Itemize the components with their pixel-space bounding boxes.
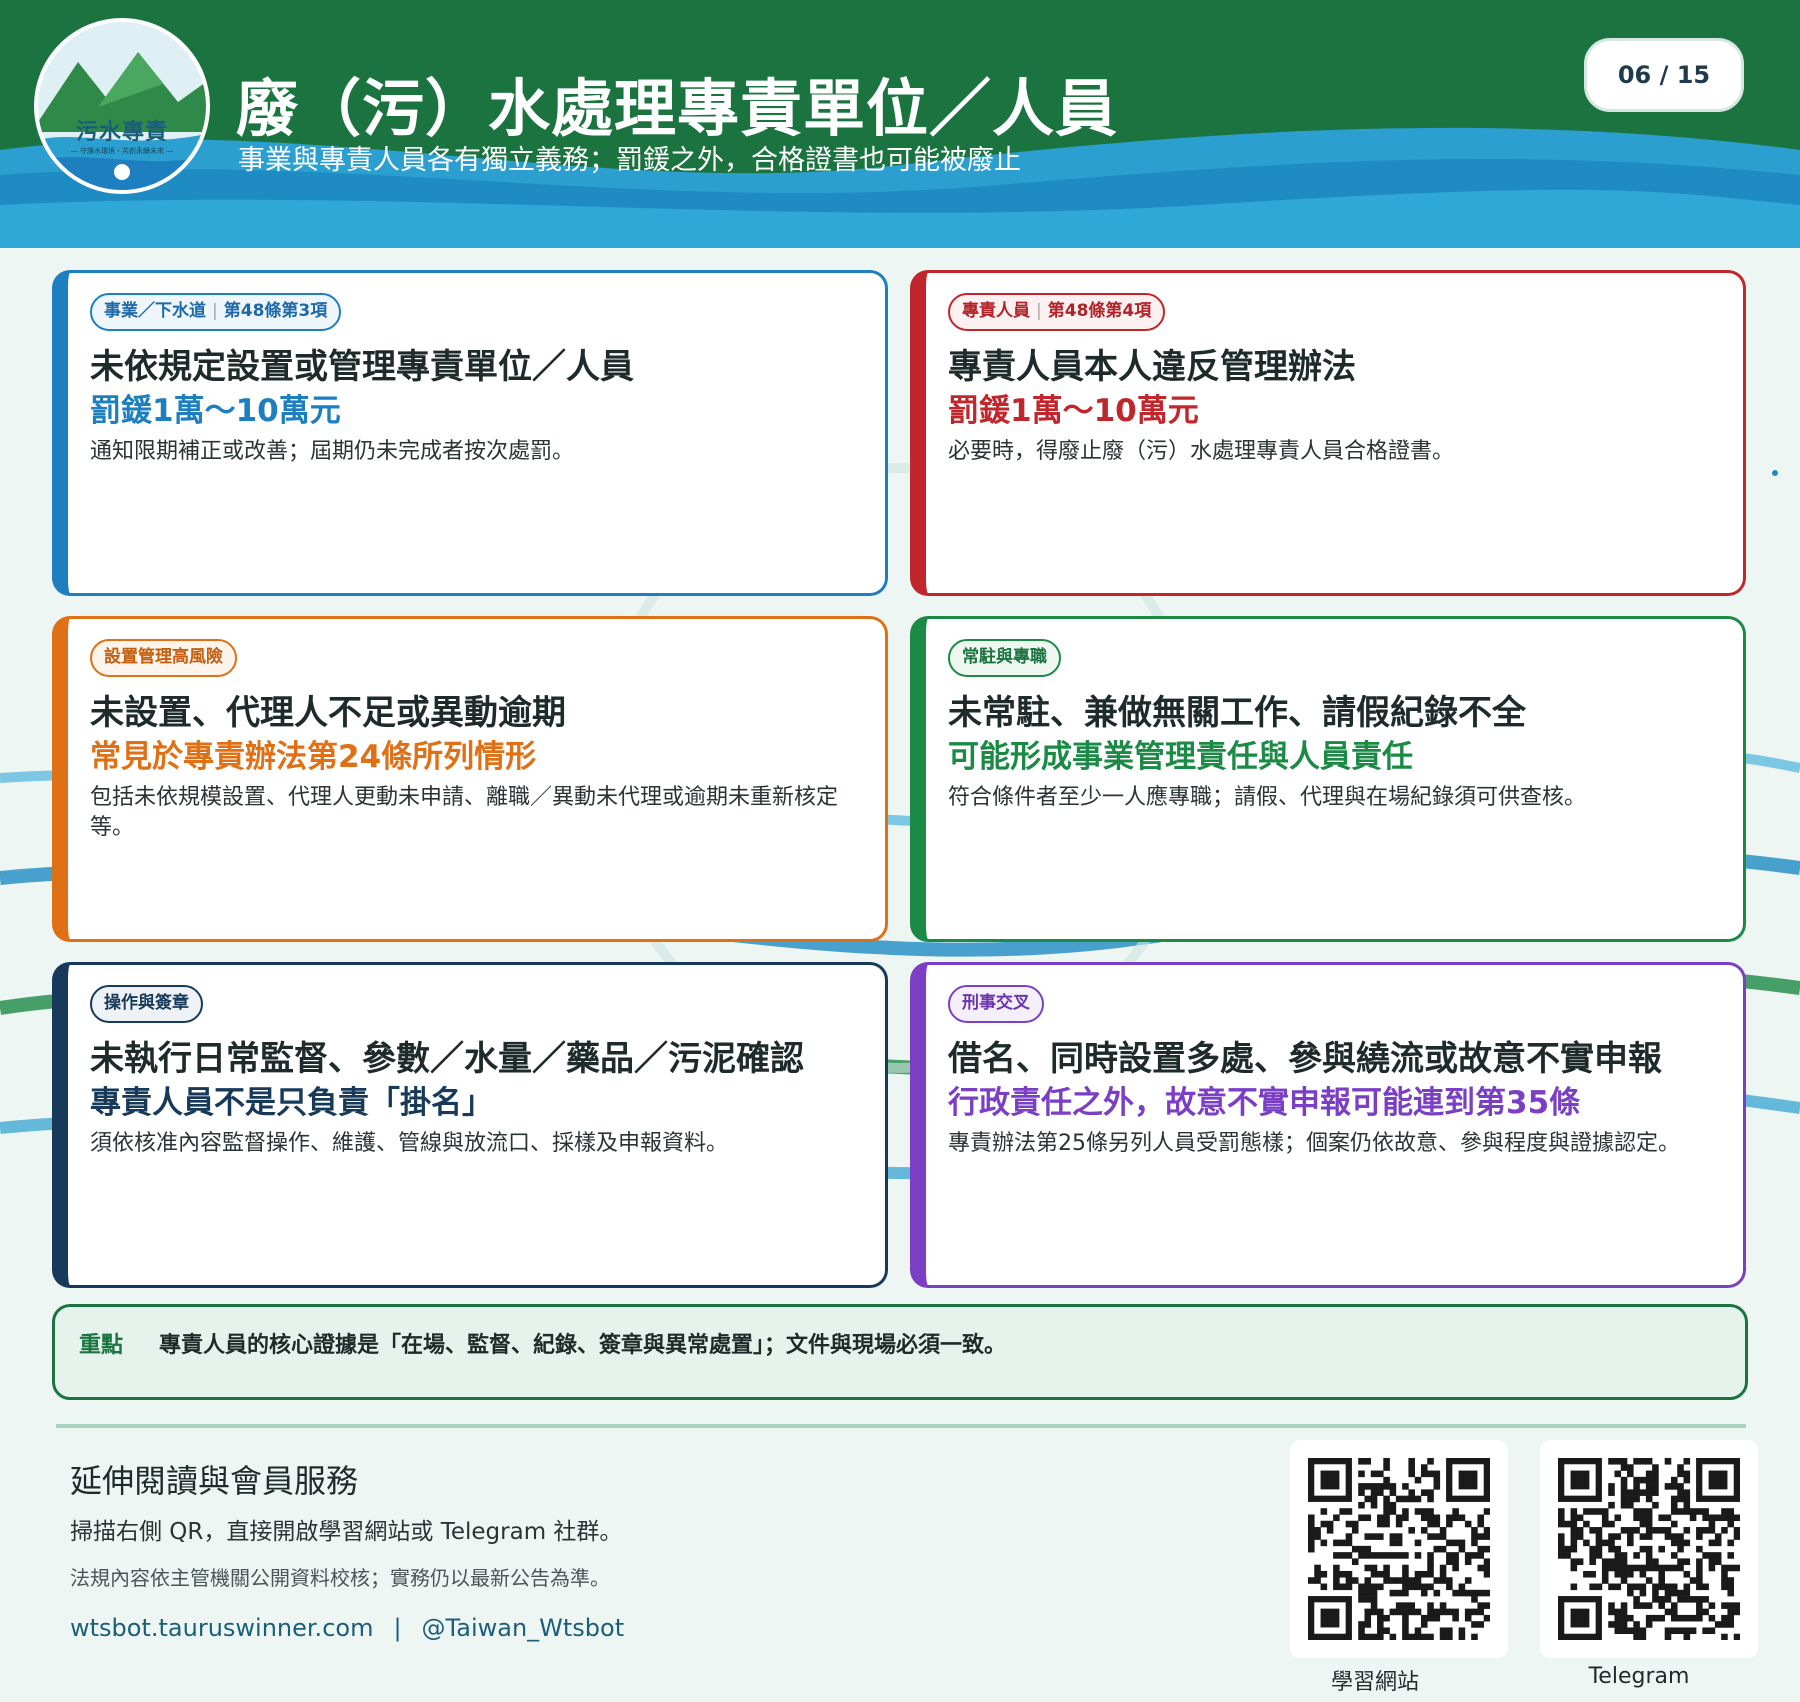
qr-code-icon xyxy=(1308,1458,1490,1640)
card-penalty-highlight: 可能形成事業管理責任與人員責任 xyxy=(948,739,1413,775)
penalty-card-business-sewer: 事業／下水道 | 第48條第3項 未依規定設置或管理專責單位／人員 罰鍰1萬～10萬… xyxy=(52,270,888,596)
card-penalty-highlight: 專責人員不是只負責「掛名」 xyxy=(90,1085,493,1121)
penalty-card-criminal-cross: 刑事交叉 借名、同時設置多處、參與繞流或故意不實申報 行政責任之外，故意不實申報… xyxy=(910,962,1746,1288)
penalty-card-responsible-person: 專責人員 | 第48條第4項 專責人員本人違反管理辦法 罰鍰1萬～10萬元 必要時，… xyxy=(910,270,1746,596)
badge-article: 第48條第4項 xyxy=(1047,301,1152,321)
badge-category: 設置管理高風險 xyxy=(104,647,223,667)
badge-article: 第48條第3項 xyxy=(223,301,328,321)
logo-subtext: — 守護水環境・共創永續未來 — xyxy=(70,147,174,155)
key-point-box: 重點 專責人員的核心證據是「在場、監督、紀錄、簽章與異常處置」；文件與現場必須一… xyxy=(52,1304,1748,1400)
footer-links: wtsbot.tauruswinner.com | @Taiwan_Wtsbot xyxy=(70,1614,624,1642)
card-description: 專責辦法第25條另列人員受罰態樣；個案仍依故意、參與程度與證據認定。 xyxy=(948,1131,1680,1156)
card-badge: 事業／下水道 | 第48條第3項 xyxy=(90,293,342,331)
qr-caption-website: 學習網站 xyxy=(1330,1670,1419,1695)
qr-code-icon xyxy=(1558,1458,1740,1640)
header-banner: 污水專責 — 守護水環境・共創永續未來 — 廢（污）水處理專責單位／人員 事業與… xyxy=(0,0,1800,248)
badge-category: 專責人員 xyxy=(962,301,1030,321)
badge-category: 事業／下水道 xyxy=(104,301,206,321)
badge-category: 操作與簽章 xyxy=(104,993,189,1013)
card-penalty-highlight: 罰鍰1萬～10萬元 xyxy=(90,393,341,429)
website-link[interactable]: wtsbot.tauruswinner.com xyxy=(70,1614,373,1642)
card-title: 專責人員本人違反管理辦法 xyxy=(948,347,1356,387)
telegram-link[interactable]: @Taiwan_Wtsbot xyxy=(422,1614,625,1642)
qr-code-website[interactable] xyxy=(1290,1440,1508,1658)
logo-emblem-icon xyxy=(38,22,206,190)
card-badge: 操作與簽章 xyxy=(90,985,203,1023)
badge-separator: | xyxy=(212,301,218,321)
card-penalty-highlight: 罰鍰1萬～10萬元 xyxy=(948,393,1199,429)
page-counter: 06 / 15 xyxy=(1584,38,1744,112)
card-title: 未常駐、兼做無關工作、請假紀錄不全 xyxy=(948,693,1526,733)
card-badge: 刑事交叉 xyxy=(948,985,1044,1023)
link-divider: | xyxy=(393,1614,402,1642)
qr-caption-telegram: Telegram xyxy=(1588,1664,1690,1689)
penalty-card-resident-fulltime: 常駐與專職 未常駐、兼做無關工作、請假紀錄不全 可能形成事業管理責任與人員責任 … xyxy=(910,616,1746,942)
card-badge: 專責人員 | 第48條第4項 xyxy=(948,293,1166,331)
card-title: 未執行日常監督、參數／水量／藥品／污泥確認 xyxy=(90,1039,804,1079)
card-description: 須依核准內容監督操作、維護、管線與放流口、採樣及申報資料。 xyxy=(90,1131,729,1156)
card-title: 借名、同時設置多處、參與繞流或故意不實申報 xyxy=(948,1039,1662,1079)
card-penalty-highlight: 行政責任之外，故意不實申報可能連到第35條 xyxy=(948,1085,1581,1121)
qr-code-telegram[interactable] xyxy=(1540,1440,1758,1658)
card-description: 通知限期補正或改善；屆期仍未完成者按次處罰。 xyxy=(90,439,575,464)
card-description: 必要時，得廢止廢（污）水處理專責人員合格證書。 xyxy=(948,439,1455,464)
badge-category: 常駐與專職 xyxy=(962,647,1047,667)
penalty-card-operation-signature: 操作與簽章 未執行日常監督、參數／水量／藥品／污泥確認 專責人員不是只負責「掛名… xyxy=(52,962,888,1288)
penalty-card-setup-risk: 設置管理高風險 未設置、代理人不足或異動逾期 常見於專責辦法第24條所列情形 包… xyxy=(52,616,888,942)
card-penalty-highlight: 常見於專責辦法第24條所列情形 xyxy=(90,739,537,775)
page-title: 廢（污）水處理專責單位／人員 xyxy=(236,72,1119,145)
badge-category: 刑事交叉 xyxy=(962,993,1030,1013)
footer-disclaimer: 法規內容依主管機關公開資料校核；實務仍以最新公告為準。 xyxy=(70,1566,610,1590)
card-description: 符合條件者至少一人應專職；請假、代理與在場紀錄須可供查核。 xyxy=(948,785,1587,810)
badge-separator: | xyxy=(1036,301,1042,321)
footer-instruction: 掃描右側 QR，直接開啟學習網站或 Telegram 社群。 xyxy=(70,1519,623,1545)
card-description: 包括未依規模設置、代理人更動未申請、離職／異動未代理或逾期未重新核定等。 xyxy=(90,785,839,840)
footer-heading: 延伸閱讀與會員服務 xyxy=(70,1462,359,1500)
key-point-text: 專責人員的核心證據是「在場、監督、紀錄、簽章與異常處置」；文件與現場必須一致。 xyxy=(159,1333,1007,1358)
logo-text: 污水專責 xyxy=(75,120,168,145)
page-subtitle: 事業與專責人員各有獨立義務；罰鍰之外，合格證書也可能被廢止 xyxy=(238,145,1021,176)
logo: 污水專責 — 守護水環境・共創永續未來 — xyxy=(34,18,210,194)
card-title: 未設置、代理人不足或異動逾期 xyxy=(90,693,566,733)
decorative-dot xyxy=(1772,470,1778,476)
card-badge: 設置管理高風險 xyxy=(90,639,237,677)
card-title: 未依規定設置或管理專責單位／人員 xyxy=(90,347,634,387)
footer-divider xyxy=(56,1424,1746,1428)
card-badge: 常駐與專職 xyxy=(948,639,1061,677)
key-point-label: 重點 xyxy=(79,1333,124,1358)
